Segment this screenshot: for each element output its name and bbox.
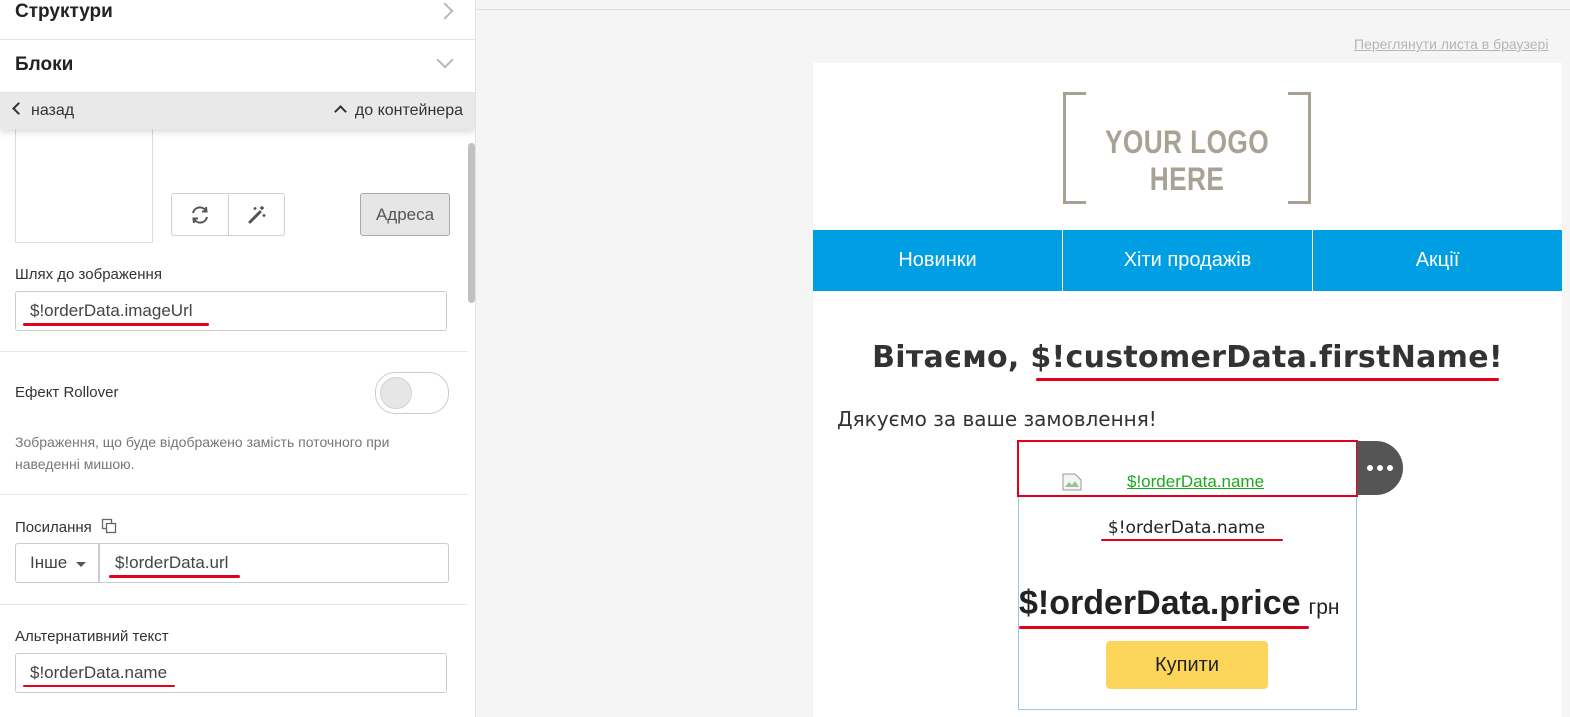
image-tool-group: [171, 193, 285, 236]
image-settings-panel: Адреса Шлях до зображення $!orderData.im…: [0, 129, 468, 717]
rollover-toggle[interactable]: [375, 372, 449, 414]
chevron-right-icon: [436, 2, 454, 20]
to-container-label: до контейнера: [354, 102, 463, 119]
broken-image-icon: [1062, 473, 1082, 491]
email-menu: Новинки Хіти продажів Акції: [813, 230, 1562, 291]
logo-bracket-left: [1063, 92, 1086, 204]
chevron-up-icon: [334, 105, 347, 118]
image-preview[interactable]: [15, 129, 153, 243]
settings-sidebar: Структури Блоки назад до контейнера Адре…: [0, 0, 476, 717]
more-dot: [1367, 465, 1373, 471]
alt-text-input[interactable]: $!orderData.name: [15, 653, 447, 693]
magic-wand-icon: [248, 205, 266, 223]
block-nav-bar: назад до контейнера: [0, 93, 475, 129]
thanks-text: Дякуємо за ваше замовлення!: [837, 407, 1157, 431]
rollover-hint: Зображення, що буде відображено замість …: [15, 434, 390, 472]
link-type-value: Інше: [30, 553, 68, 572]
email-canvas: YOUR LOGO HERE Новинки Хіти продажів Акц…: [813, 63, 1562, 717]
section-blocks[interactable]: Блоки: [0, 40, 475, 93]
more-dot: [1387, 465, 1393, 471]
divider: [0, 351, 468, 352]
section-structures-title: Структури: [15, 1, 113, 22]
menu-item-bestsellers[interactable]: Хіти продажів: [1062, 230, 1312, 291]
back-label: назад: [31, 102, 75, 119]
highlight-underline: [23, 685, 175, 687]
highlight-underline: [23, 323, 209, 326]
divider: [0, 494, 468, 495]
block-more-button[interactable]: [1357, 441, 1403, 495]
greeting-heading: Вітаємо, $!customerData.firstName!: [872, 340, 1503, 375]
replace-image-button[interactable]: [172, 194, 228, 235]
alt-text-label: Альтернативний текст: [15, 628, 169, 645]
chevron-left-icon: [12, 102, 25, 115]
menu-item-sales[interactable]: Акції: [1312, 230, 1562, 291]
magic-edit-button[interactable]: [227, 194, 285, 235]
menu-item-new[interactable]: Новинки: [813, 230, 1062, 291]
logo-text: YOUR LOGO HERE: [1104, 124, 1270, 197]
link-type-select[interactable]: Інше: [15, 543, 99, 583]
chevron-down-icon: [436, 51, 454, 69]
caret-down-icon: [76, 562, 86, 567]
to-container-button[interactable]: до контейнера: [334, 102, 463, 120]
toggle-knob: [380, 377, 412, 409]
view-in-browser-link[interactable]: Переглянути листа в браузері: [1354, 36, 1548, 52]
copy-link-icon[interactable]: [101, 518, 117, 534]
product-price: $!orderData.price: [1019, 584, 1301, 622]
section-blocks-title: Блоки: [15, 54, 74, 75]
product-name: $!orderData.name: [1107, 518, 1266, 538]
back-button[interactable]: назад: [12, 102, 75, 120]
link-label-row: Посилання: [15, 518, 117, 536]
product-image-link[interactable]: $!orderData.name: [1127, 472, 1264, 492]
divider: [0, 604, 468, 605]
logo-placeholder[interactable]: YOUR LOGO HERE: [1063, 92, 1311, 204]
address-button[interactable]: Адреса: [360, 193, 450, 236]
product-price-row: $!orderData.price грн: [1019, 584, 1339, 623]
sidebar-scrollbar[interactable]: [468, 143, 475, 303]
section-structures[interactable]: Структури: [0, 0, 475, 40]
highlight-underline: [1036, 378, 1499, 381]
currency-label: грн: [1308, 596, 1340, 619]
buy-button[interactable]: Купити: [1106, 641, 1268, 689]
image-path-label: Шлях до зображення: [15, 266, 162, 283]
highlight-underline: [109, 575, 240, 578]
link-label: Посилання: [15, 519, 92, 536]
refresh-icon: [191, 205, 208, 224]
highlight-underline: [1019, 626, 1309, 629]
rollover-label: Ефект Rollover: [15, 384, 119, 401]
highlight-underline: [1101, 539, 1283, 541]
more-dot: [1377, 465, 1383, 471]
top-divider: [476, 9, 1570, 10]
logo-bracket-right: [1288, 92, 1311, 204]
